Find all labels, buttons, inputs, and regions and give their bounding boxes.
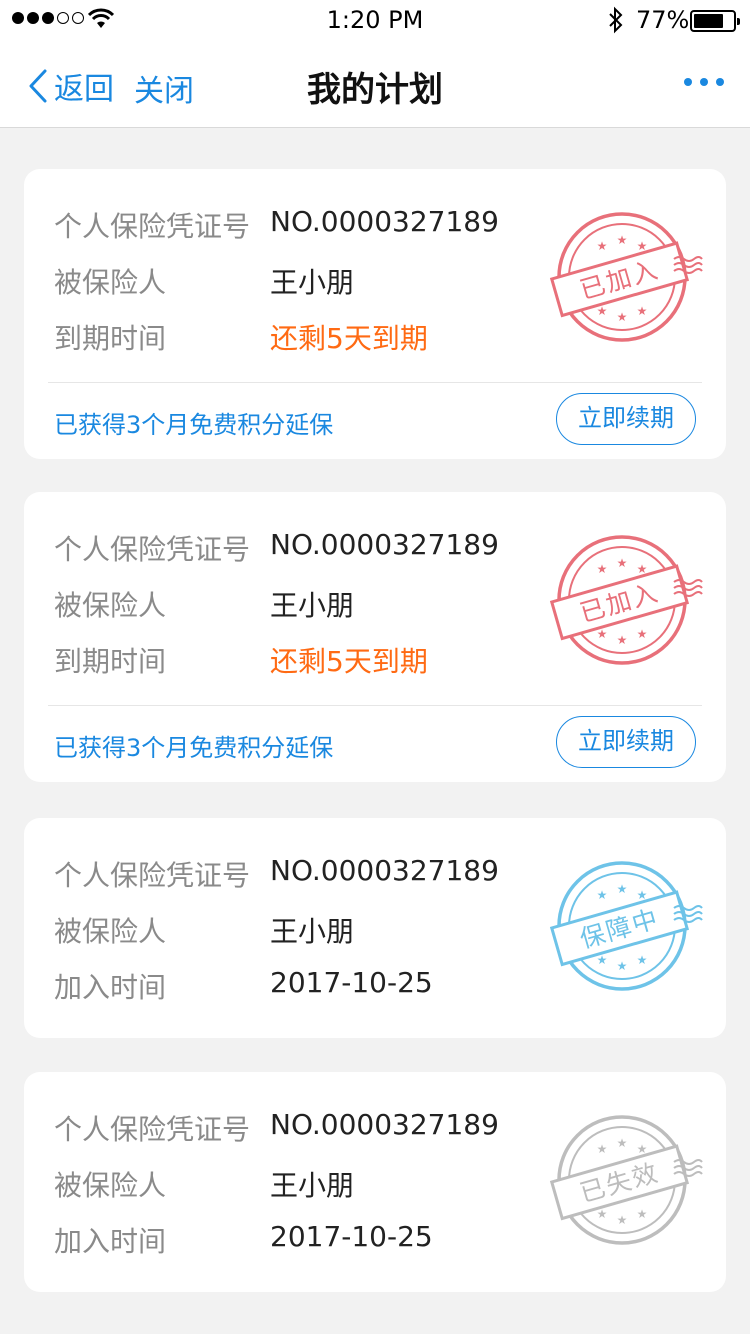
battery-icon (690, 10, 740, 32)
chevron-left-icon (29, 69, 47, 103)
close-button[interactable]: 关闭 (134, 66, 194, 110)
svg-text:★: ★ (637, 627, 648, 641)
date-label: 到期时间 (54, 322, 167, 355)
divider (48, 382, 702, 383)
cert-number: NO.0000327189 (270, 528, 499, 561)
nav-bar: 返回 关闭 我的计划 (0, 40, 750, 128)
plan-card: 个人保险凭证号 NO.0000327189 被保险人 王小朋 到期时间 还剩5天到期 … (24, 169, 726, 459)
cert-number: NO.0000327189 (270, 1108, 499, 1141)
date-label: 加入时间 (54, 971, 167, 1004)
insured-label: 被保险人 (54, 589, 167, 622)
status-stamp: ★ ★ ★ ★ ★ ★ 保障中 (544, 856, 704, 996)
svg-text:★: ★ (617, 1136, 628, 1150)
insured-name: 王小朋 (270, 915, 355, 948)
svg-text:★: ★ (617, 233, 628, 247)
stamp-graphic: ★ ★ ★★ ★ ★已加入 (549, 535, 703, 665)
insured-name: 王小朋 (270, 266, 355, 299)
svg-text:★: ★ (617, 633, 628, 647)
insured-name: 王小朋 (270, 1169, 355, 1202)
svg-text:★: ★ (637, 304, 648, 318)
stamp-graphic: ★ ★ ★★ ★ ★保障中 (549, 861, 703, 991)
svg-text:★: ★ (617, 959, 628, 973)
more-icon[interactable] (684, 78, 724, 86)
join-date: 2017-10-25 (270, 1220, 433, 1253)
bluetooth-icon (609, 6, 623, 34)
divider (48, 705, 702, 706)
svg-text:★: ★ (617, 1213, 628, 1227)
svg-text:★: ★ (597, 562, 608, 576)
plan-card: 个人保险凭证号 NO.0000327189 被保险人 王小朋 加入时间 2017-10… (24, 818, 726, 1038)
back-button[interactable]: 返回 (28, 64, 114, 108)
insured-label: 被保险人 (54, 1169, 167, 1202)
status-stamp: ★ ★ ★ ★ ★ ★ 已加入 (544, 207, 704, 347)
svg-text:★: ★ (637, 953, 648, 967)
cert-number: NO.0000327189 (270, 205, 499, 238)
join-date: 2017-10-25 (270, 966, 433, 999)
renew-button[interactable]: 立即续期 (556, 716, 696, 768)
stamp-graphic: ★ ★ ★★ ★ ★已失效 (549, 1115, 703, 1245)
status-bar: 1:20 PM 77% (0, 0, 750, 40)
date-label: 加入时间 (54, 1225, 167, 1258)
svg-text:★: ★ (597, 1142, 608, 1156)
cert-label: 个人保险凭证号 (54, 1113, 251, 1146)
cert-label: 个人保险凭证号 (54, 533, 251, 566)
status-stamp: ★ ★ ★ ★ ★ ★ 已加入 (544, 530, 704, 670)
battery-percent: 77% (636, 6, 690, 34)
date-label: 到期时间 (54, 645, 167, 678)
status-stamp: ★ ★ ★ ★ ★ ★ 已失效 (544, 1110, 704, 1250)
expiry-countdown: 还剩5天到期 (270, 645, 428, 678)
cert-number: NO.0000327189 (270, 854, 499, 887)
battery-level (694, 14, 723, 28)
expiry-countdown: 还剩5天到期 (270, 322, 428, 355)
cert-label: 个人保险凭证号 (54, 210, 251, 243)
svg-text:★: ★ (617, 882, 628, 896)
promo-text: 已获得3个月免费积分延保 (54, 411, 334, 439)
insured-label: 被保险人 (54, 915, 167, 948)
stamp-graphic: ★ ★ ★★ ★ ★已加入 (549, 212, 703, 342)
insured-name: 王小朋 (270, 589, 355, 622)
svg-text:★: ★ (617, 556, 628, 570)
back-label: 返回 (54, 72, 114, 107)
renew-button[interactable]: 立即续期 (556, 393, 696, 445)
svg-text:★: ★ (617, 310, 628, 324)
plan-card: 个人保险凭证号 NO.0000327189 被保险人 王小朋 到期时间 还剩5天到期 … (24, 492, 726, 782)
svg-text:★: ★ (597, 888, 608, 902)
cert-label: 个人保险凭证号 (54, 859, 251, 892)
svg-text:★: ★ (637, 1207, 648, 1221)
plan-card: 个人保险凭证号 NO.0000327189 被保险人 王小朋 加入时间 2017-10… (24, 1072, 726, 1292)
insured-label: 被保险人 (54, 266, 167, 299)
svg-text:★: ★ (597, 239, 608, 253)
promo-text: 已获得3个月免费积分延保 (54, 734, 334, 762)
